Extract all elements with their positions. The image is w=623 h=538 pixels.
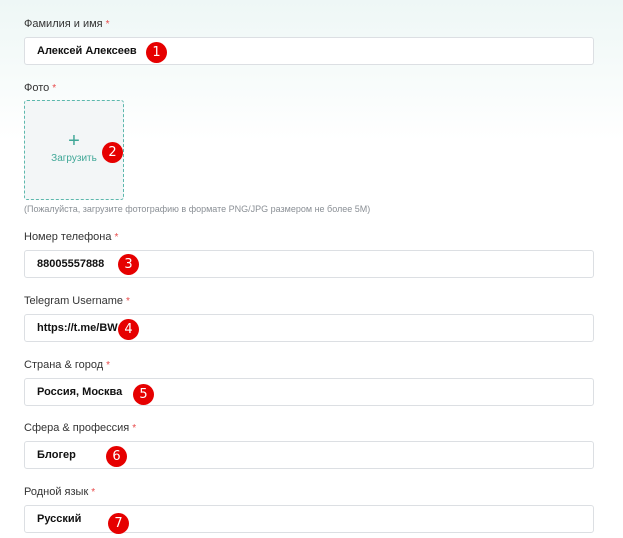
profession-label-text: Сфера & профессия: [24, 422, 130, 434]
required-asterisk: *: [91, 487, 96, 498]
annotation-marker-5: 5: [133, 384, 154, 405]
annotation-marker-3: 3: [118, 254, 139, 275]
full-name-value: Алексей Алексеев: [37, 45, 137, 57]
annotation-marker-4: 4: [118, 319, 139, 340]
phone-value: 88005557888: [37, 258, 105, 270]
location-value: Россия, Москва: [37, 386, 123, 398]
telegram-label: Telegram Username *: [24, 295, 130, 308]
profile-form: Фамилия и имя * Алексей Алексеев Фото * + …: [0, 0, 623, 538]
language-label-text: Родной язык: [24, 486, 89, 498]
annotation-marker-7: 7: [108, 513, 129, 534]
full-name-input[interactable]: Алексей Алексеев: [24, 37, 594, 65]
annotation-marker-1: 1: [146, 42, 167, 63]
telegram-label-text: Telegram Username: [24, 295, 124, 307]
annotation-marker-2: 2: [102, 142, 123, 163]
phone-label: Номер телефона *: [24, 231, 118, 244]
photo-label-text: Фото: [24, 82, 50, 94]
profession-label: Сфера & профессия *: [24, 422, 136, 435]
required-asterisk: *: [132, 423, 137, 434]
full-name-label: Фамилия и имя *: [24, 18, 110, 31]
required-asterisk: *: [114, 232, 119, 243]
phone-label-text: Номер телефона: [24, 231, 112, 243]
annotation-marker-6: 6: [106, 446, 127, 467]
full-name-label-text: Фамилия и имя: [24, 18, 103, 30]
phone-input[interactable]: 88005557888: [24, 250, 594, 278]
telegram-input[interactable]: https://t.me/BW: [24, 314, 594, 342]
location-input[interactable]: Россия, Москва: [24, 378, 594, 406]
required-asterisk: *: [105, 19, 110, 30]
photo-hint: (Пожалуйста, загрузите фотографию в форм…: [24, 204, 371, 214]
photo-label: Фото *: [24, 82, 56, 95]
location-label: Страна & город *: [24, 359, 110, 372]
required-asterisk: *: [126, 296, 130, 307]
language-label: Родной язык *: [24, 486, 95, 499]
location-label-text: Страна & город: [24, 359, 104, 371]
language-value: Русский: [37, 513, 82, 525]
required-asterisk: *: [106, 360, 111, 371]
profession-value: Блогер: [37, 449, 76, 461]
telegram-value: https://t.me/BW: [37, 322, 118, 334]
required-asterisk: *: [52, 83, 57, 94]
